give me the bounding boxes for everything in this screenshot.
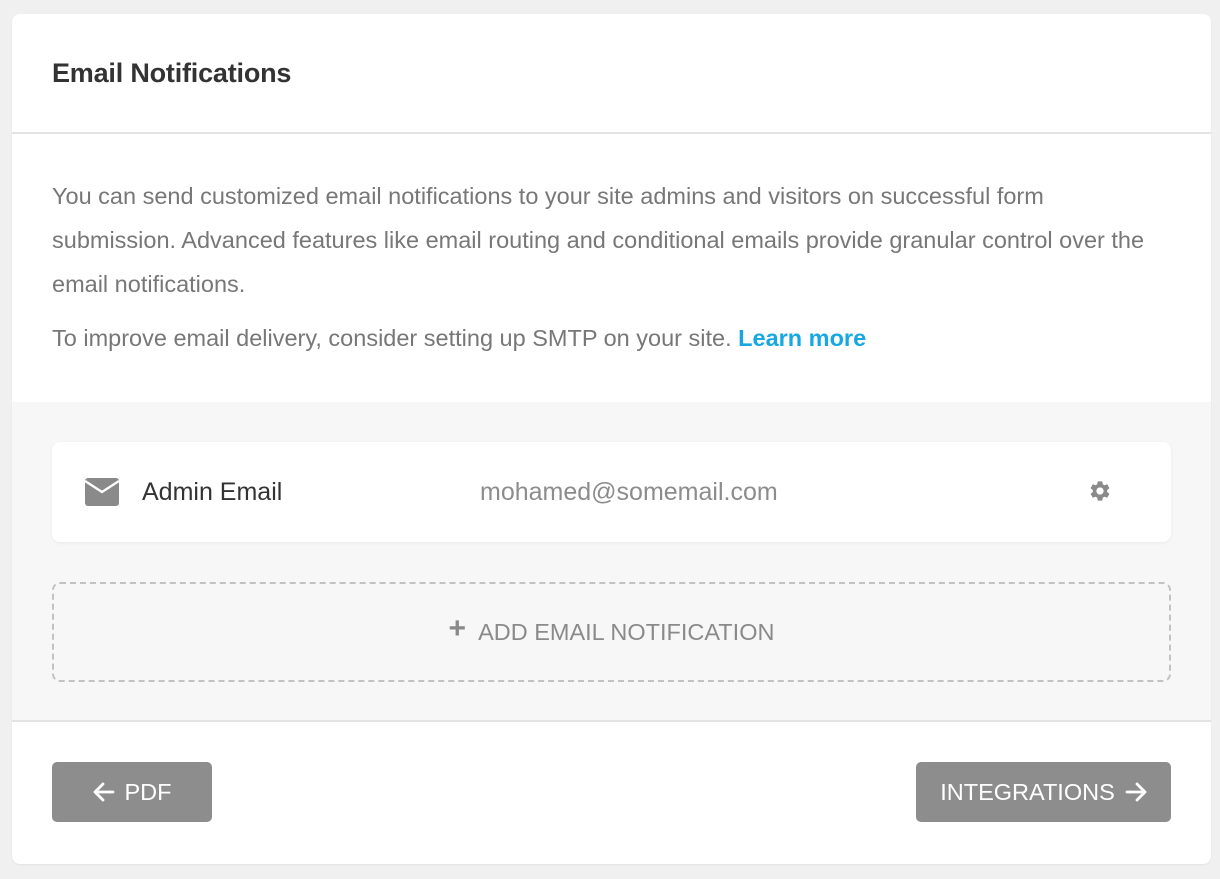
smtp-text: To improve email delivery, consider sett… [52, 325, 732, 351]
prev-pdf-button[interactable]: PDF [52, 762, 212, 822]
smtp-notice: To improve email delivery, consider sett… [52, 316, 1171, 360]
panel-footer: PDF INTEGRATIONS [12, 722, 1211, 862]
arrow-left-icon [93, 782, 114, 802]
panel-header: Email Notifications [12, 14, 1211, 134]
mail-icon [85, 478, 119, 506]
next-button-label: INTEGRATIONS [940, 778, 1115, 805]
notification-email: mohamed@somemail.com [480, 478, 778, 506]
add-email-notification-button[interactable]: + ADD EMAIL NOTIFICATION [52, 582, 1171, 682]
notification-name: Admin Email [142, 478, 283, 506]
notifications-list: Admin Email mohamed@somemail.com + ADD E… [12, 402, 1211, 722]
page-title: Email Notifications [52, 58, 292, 88]
notification-row-admin-email[interactable]: Admin Email mohamed@somemail.com [52, 442, 1171, 542]
next-integrations-button[interactable]: INTEGRATIONS [916, 762, 1171, 822]
intro-section: You can send customized email notificati… [12, 134, 1211, 402]
arrow-right-icon [1125, 782, 1147, 802]
learn-more-link[interactable]: Learn more [738, 325, 866, 351]
email-notifications-panel: Email Notifications You can send customi… [12, 14, 1211, 864]
plus-icon: + [448, 612, 467, 645]
add-email-notification-label: ADD EMAIL NOTIFICATION [478, 618, 775, 645]
prev-button-label: PDF [124, 778, 172, 805]
intro-description: You can send customized email notificati… [52, 183, 1145, 297]
gear-icon[interactable] [1088, 479, 1112, 503]
